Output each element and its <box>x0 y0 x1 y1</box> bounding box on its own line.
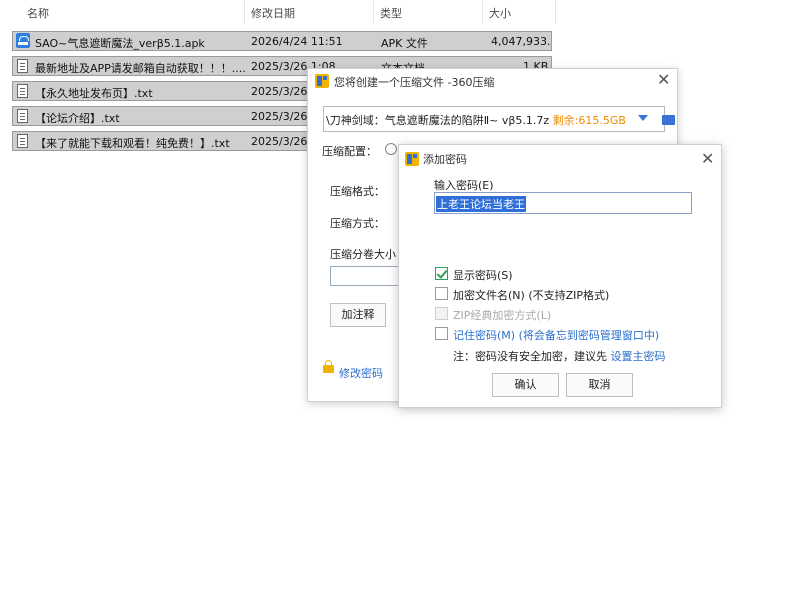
column-header-name[interactable]: 名称 <box>27 5 49 21</box>
close-icon[interactable]: ✕ <box>657 72 670 88</box>
column-divider[interactable] <box>244 0 245 24</box>
file-list-header: ^ 名称 修改日期 类型 大小 <box>0 0 556 24</box>
dialog-title: 您将创建一个压缩文件 -360压缩 <box>334 76 495 89</box>
archive-path: \刀神剑域：气息遮断魔法的陷阱Ⅱ~ vβ5.1.7z <box>326 114 550 127</box>
set-master-password-link[interactable]: 设置主密码 <box>611 350 666 363</box>
folder-icon[interactable] <box>662 115 675 125</box>
add-password-dialog: 添加密码 ✕ 输入密码(E) 上老王论坛当老王 显示密码(S) 加密文件名(N)… <box>398 144 722 408</box>
dialog-titlebar[interactable]: 您将创建一个压缩文件 -360压缩 ✕ <box>308 69 677 93</box>
split-size-label: 压缩分卷大小： <box>330 248 407 261</box>
dialog-titlebar[interactable]: 添加密码 ✕ <box>399 145 721 169</box>
show-password-label[interactable]: 显示密码(S) <box>453 267 513 283</box>
encrypt-filenames-checkbox[interactable] <box>435 287 448 300</box>
format-label: 压缩格式： <box>330 185 385 198</box>
show-password-checkbox[interactable] <box>435 267 448 280</box>
apk-icon <box>16 33 30 48</box>
security-note: 注：密码没有安全加密，建议先 <box>453 350 607 363</box>
text-file-icon <box>17 109 28 123</box>
remember-password-checkbox[interactable] <box>435 327 448 340</box>
config-radio[interactable] <box>385 143 397 155</box>
zip-classic-checkbox <box>435 307 448 320</box>
zip-classic-label: ZIP经典加密方式(L) <box>453 309 552 322</box>
archive-path-field[interactable]: \刀神剑域：气息遮断魔法的陷阱Ⅱ~ vβ5.1.7z 剩余:615.5GB <box>323 106 675 132</box>
file-name: 【论坛介绍】.txt <box>35 112 120 125</box>
file-date: 2025/3/26 <box>251 85 308 98</box>
dialog-title: 添加密码 <box>423 153 467 166</box>
cancel-button[interactable]: 取消 <box>566 373 633 397</box>
password-value: 上老王论坛当老王 <box>436 196 526 212</box>
encrypt-filenames-label[interactable]: 加密文件名(N) <box>453 289 525 302</box>
free-space: 剩余:615.5GB <box>552 114 626 127</box>
column-header-date[interactable]: 修改日期 <box>251 5 295 21</box>
360zip-app-icon <box>315 74 329 88</box>
file-date: 2025/3/26 <box>251 110 308 123</box>
text-file-icon <box>17 59 28 73</box>
file-date: 2025/3/26 <box>251 135 308 148</box>
text-file-icon <box>17 134 28 148</box>
column-divider[interactable] <box>482 0 483 24</box>
password-input-label: 输入密码(E) <box>434 179 494 192</box>
column-header-type[interactable]: 类型 <box>380 5 402 21</box>
file-name: SAO~气息遮断魔法_verβ5.1.apk <box>35 37 205 50</box>
encrypt-filenames-note: (不支持ZIP格式) <box>528 289 610 302</box>
sort-ascending-icon: ^ <box>128 0 137 7</box>
column-divider[interactable] <box>373 0 374 24</box>
text-file-icon <box>17 84 28 98</box>
confirm-button[interactable]: 确认 <box>492 373 559 397</box>
config-label: 压缩配置： <box>322 145 377 158</box>
file-size: 4,047,933... <box>491 35 551 48</box>
remember-password-note: (将会备忘到密码管理窗口中) <box>518 329 660 342</box>
password-input[interactable]: 上老王论坛当老王 <box>434 192 692 214</box>
change-password-link[interactable]: 修改密码 <box>339 365 383 381</box>
file-name: 【来了就能下载和观看！纯免费！】.txt <box>35 137 230 150</box>
remember-password-label[interactable]: 记住密码(M) <box>453 329 515 342</box>
file-name: 最新地址及APP请发邮箱自动获取！！！.... <box>35 62 245 75</box>
add-comment-button[interactable]: 加注释 <box>330 303 386 327</box>
method-label: 压缩方式： <box>330 217 385 230</box>
column-divider[interactable] <box>555 0 556 24</box>
file-row[interactable]: SAO~气息遮断魔法_verβ5.1.apk 2026/4/24 11:51 A… <box>12 31 552 51</box>
chevron-down-icon[interactable] <box>638 115 648 121</box>
lock-icon <box>323 360 334 373</box>
file-name: 【永久地址发布页】.txt <box>35 87 153 100</box>
360zip-app-icon <box>405 152 419 166</box>
file-date: 2026/4/24 11:51 <box>251 35 343 48</box>
column-header-size[interactable]: 大小 <box>489 5 511 21</box>
close-icon[interactable]: ✕ <box>701 151 714 167</box>
file-type: APK 文件 <box>381 37 428 50</box>
